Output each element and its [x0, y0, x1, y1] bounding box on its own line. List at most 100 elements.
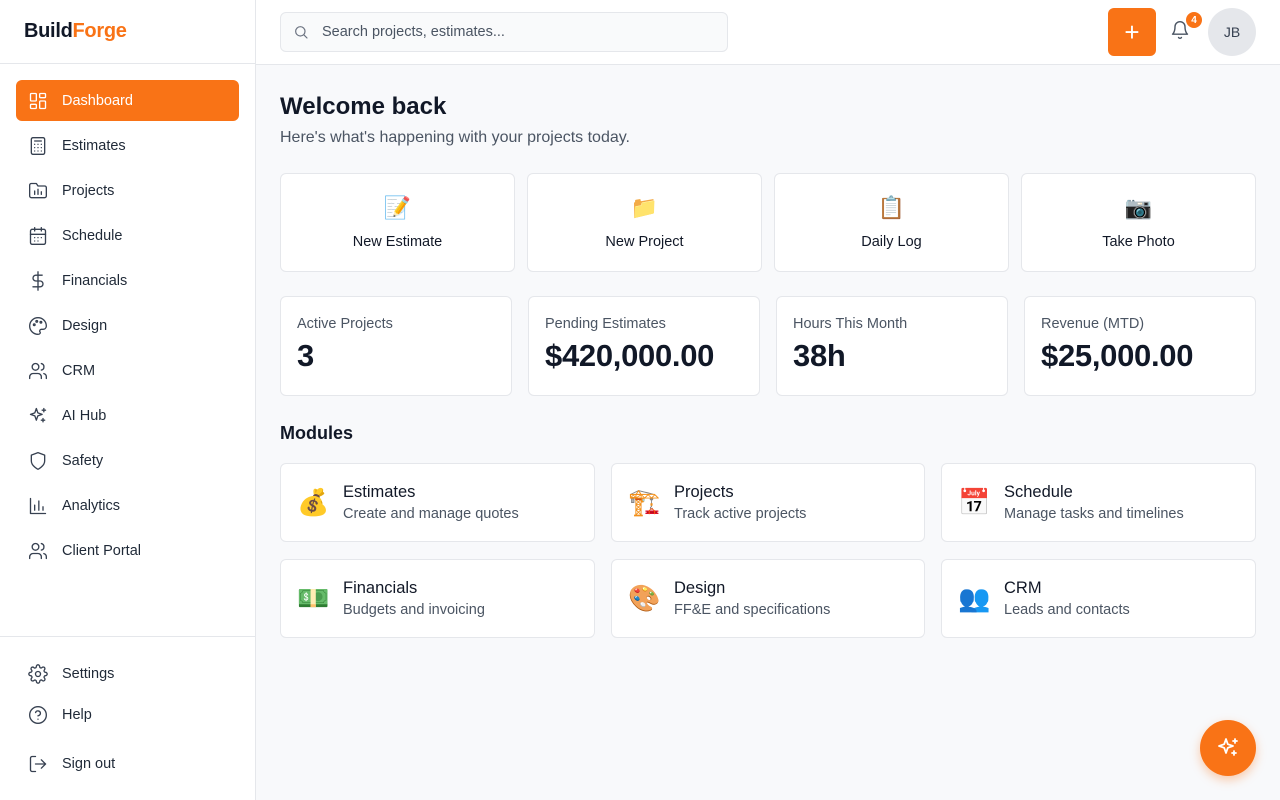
sidebar-item-label: Sign out	[62, 755, 116, 772]
module-card-financials[interactable]: 💵 Financials Budgets and invoicing	[280, 559, 595, 638]
module-description: Track active projects	[674, 506, 807, 522]
brand-name-part2: Forge	[72, 20, 127, 42]
notification-badge: 4	[1186, 12, 1202, 28]
stat-label: Active Projects	[297, 316, 393, 332]
gear-icon	[28, 663, 48, 684]
palette-icon	[29, 316, 47, 335]
camera-icon: 📷	[1124, 195, 1153, 220]
module-card-schedule[interactable]: 📅 Schedule Manage tasks and timelines	[941, 463, 1256, 542]
brand-logo[interactable]: Build Forge	[0, 0, 255, 64]
quick-action-new-estimate[interactable]: 📝 New Estimate	[280, 173, 515, 272]
module-card-estimates[interactable]: 💰 Estimates Create and manage quotes	[280, 463, 595, 542]
stats-row: Active Projects 3 Pending Estimates $420…	[280, 296, 1256, 396]
module-card-design[interactable]: 🎨 Design FF&E and specifications	[611, 559, 925, 638]
search-input[interactable]	[322, 24, 702, 40]
brand-name-part1: Build	[24, 20, 73, 42]
sidebar-item-label: Financials	[62, 272, 128, 289]
stat-card-pending-estimates: Pending Estimates $420,000.00	[528, 296, 760, 396]
shield-icon	[30, 451, 46, 470]
sidebar-item-client-portal[interactable]: Client Portal	[16, 530, 239, 571]
search-icon	[295, 26, 308, 39]
sidebar-item-label: Help	[62, 706, 92, 723]
calendar-icon	[29, 226, 47, 245]
sidebar-item-settings[interactable]: Settings	[16, 653, 239, 694]
calculator-icon	[30, 136, 46, 155]
quick-action-label: Take Photo	[1102, 234, 1175, 250]
stat-value: $25,000.00	[1041, 338, 1194, 373]
construction-crane-icon: 🏗️	[628, 487, 661, 517]
dashboard-icon	[29, 92, 47, 109]
module-title: Financials	[343, 579, 418, 597]
stat-value: 38h	[793, 338, 846, 373]
sidebar-item-label: CRM	[62, 362, 96, 379]
module-description: Manage tasks and timelines	[1004, 506, 1184, 522]
quick-actions: 📝 New Estimate 📁 New Project 📋 Daily Log…	[280, 173, 1256, 272]
sparkles-icon	[29, 407, 47, 422]
page-title: Welcome back	[280, 93, 447, 120]
memo-icon: 📝	[383, 195, 412, 220]
sidebar-item-label: Analytics	[62, 497, 121, 514]
calendar-icon: 📅	[958, 487, 991, 517]
sidebar-item-help[interactable]: Help	[16, 694, 239, 735]
module-title: Estimates	[343, 483, 416, 501]
sidebar-item-crm[interactable]: CRM	[16, 350, 239, 391]
module-title: Schedule	[1004, 483, 1073, 501]
sidebar-item-label: Projects	[62, 182, 115, 199]
folder-chart-icon	[29, 182, 47, 198]
sidebar-item-projects[interactable]: Projects	[16, 170, 239, 211]
sidebar-item-label: Dashboard	[62, 92, 133, 109]
module-title: CRM	[1004, 579, 1042, 597]
sidebar-item-label: Safety	[62, 452, 104, 469]
sidebar: Build Forge Dashboard Estimates Projects …	[0, 0, 256, 800]
sidebar-item-safety[interactable]: Safety	[16, 440, 239, 481]
module-description: Budgets and invoicing	[343, 602, 485, 618]
sidebar-footer: Settings Help Sign out	[0, 636, 255, 784]
sidebar-nav: Dashboard Estimates Projects Schedule Fi…	[0, 64, 255, 571]
add-button[interactable]: +	[1108, 8, 1156, 56]
quick-action-new-project[interactable]: 📁 New Project	[527, 173, 762, 272]
stat-card-revenue-mtd: Revenue (MTD) $25,000.00	[1024, 296, 1256, 396]
sidebar-item-label: Schedule	[62, 227, 123, 244]
sign-out-button[interactable]: Sign out	[16, 743, 239, 784]
sidebar-item-schedule[interactable]: Schedule	[16, 215, 239, 256]
help-circle-icon	[29, 705, 47, 724]
dollar-bill-icon: 💵	[297, 583, 330, 613]
sidebar-item-dashboard[interactable]: Dashboard	[16, 80, 239, 121]
stat-value: $420,000.00	[545, 338, 715, 373]
stat-value: 3	[297, 338, 314, 373]
quick-action-take-photo[interactable]: 📷 Take Photo	[1021, 173, 1256, 272]
search-bar[interactable]	[280, 12, 728, 52]
avatar[interactable]: JB	[1208, 8, 1256, 56]
module-description: Leads and contacts	[1004, 602, 1130, 618]
sidebar-item-label: Design	[62, 317, 108, 334]
sidebar-item-analytics[interactable]: Analytics	[16, 485, 239, 526]
quick-action-daily-log[interactable]: 📋 Daily Log	[774, 173, 1009, 272]
module-card-crm[interactable]: 👥 CRM Leads and contacts	[941, 559, 1256, 638]
top-header: + 4 JB	[256, 0, 1280, 65]
quick-action-label: New Estimate	[352, 234, 443, 250]
sidebar-item-design[interactable]: Design	[16, 305, 239, 346]
money-bag-icon: 💰	[297, 487, 330, 517]
stat-label: Revenue (MTD)	[1041, 316, 1145, 332]
ai-assistant-button[interactable]	[1200, 720, 1256, 776]
module-description: FF&E and specifications	[674, 602, 831, 618]
bar-chart-icon	[29, 497, 47, 514]
modules-grid: 💰 Estimates Create and manage quotes 🏗️ …	[280, 463, 1256, 638]
sidebar-item-ai-hub[interactable]: AI Hub	[16, 395, 239, 436]
users-icon	[29, 362, 48, 379]
clipboard-icon: 📋	[877, 195, 906, 220]
main-content: Welcome back Here's what's happening wit…	[280, 65, 1256, 638]
people-icon: 👥	[958, 583, 991, 613]
quick-action-label: Daily Log	[861, 234, 922, 250]
sidebar-item-financials[interactable]: Financials	[16, 260, 239, 301]
stat-card-active-projects: Active Projects 3	[280, 296, 512, 396]
module-card-projects[interactable]: 🏗️ Projects Track active projects	[611, 463, 925, 542]
sidebar-item-label: AI Hub	[62, 407, 107, 424]
folder-icon: 📁	[630, 195, 659, 220]
sidebar-item-estimates[interactable]: Estimates	[16, 125, 239, 166]
sparkles-icon	[1218, 738, 1238, 756]
sidebar-item-label: Settings	[62, 665, 115, 682]
dollar-icon	[32, 270, 44, 291]
module-description: Create and manage quotes	[343, 506, 519, 522]
stat-label: Pending Estimates	[545, 316, 666, 332]
